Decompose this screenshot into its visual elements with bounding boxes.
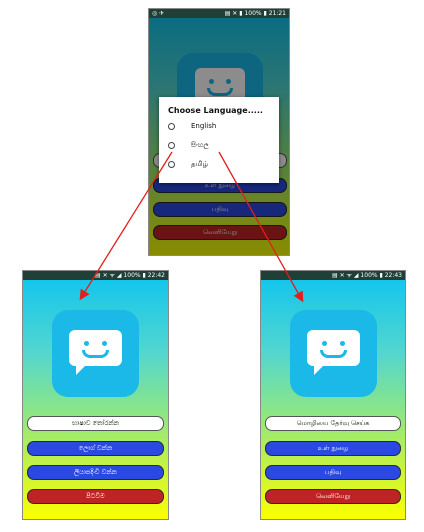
- flow-arrows: [79, 151, 304, 303]
- arrow-to-sinhala-screen: [79, 151, 173, 301]
- arrow-to-tamil-screen: [218, 151, 304, 303]
